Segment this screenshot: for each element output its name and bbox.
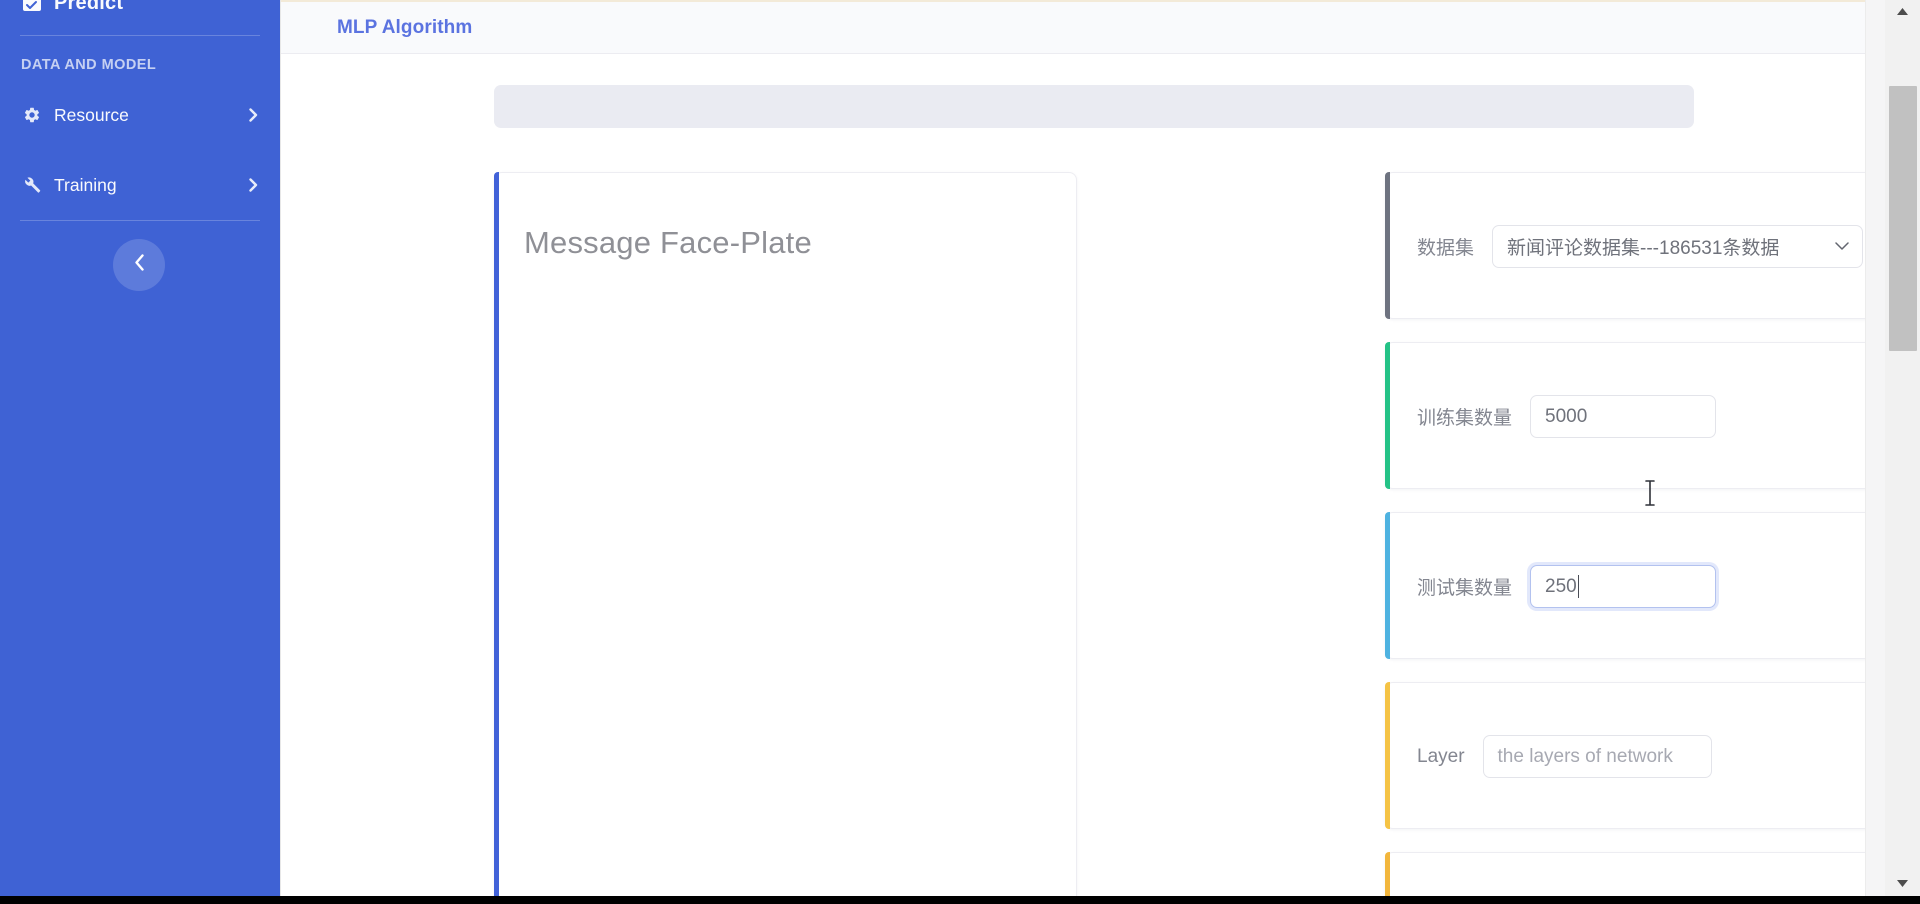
train-count-input[interactable]: 5000 xyxy=(1530,395,1717,438)
page-header: MLP Algorithm xyxy=(281,2,1865,54)
layer-placeholder: the layers of network xyxy=(1497,745,1673,767)
sidebar: Predict DATA AND MODEL Resource Training xyxy=(0,0,280,896)
test-count-card: 测试集数量 250 xyxy=(1385,512,1865,659)
scroll-thumb[interactable] xyxy=(1889,86,1917,351)
sidebar-item-resource[interactable]: Resource xyxy=(0,93,280,137)
wrench-icon xyxy=(21,174,43,196)
sidebar-divider-top xyxy=(20,35,260,36)
dataset-label: 数据集 xyxy=(1417,238,1475,259)
sidebar-divider-bottom xyxy=(20,220,260,221)
dataset-select[interactable]: 新闻评论数据集---186531条数据 xyxy=(1492,225,1864,268)
dataset-card: 数据集 新闻评论数据集---186531条数据 xyxy=(1385,172,1865,319)
calendar-check-icon xyxy=(22,0,42,12)
test-count-label: 测试集数量 xyxy=(1417,578,1513,599)
sidebar-item-training[interactable]: Training xyxy=(0,163,280,207)
app-viewport: Predict DATA AND MODEL Resource Training… xyxy=(0,0,1920,904)
bottom-edge-bar xyxy=(0,896,1920,904)
message-faceplate-title: Message Face-Plate xyxy=(524,225,812,260)
dataset-select-value: 新闻评论数据集---186531条数据 xyxy=(1507,238,1780,259)
page-title: MLP Algorithm xyxy=(337,16,473,38)
gear-icon xyxy=(21,104,43,126)
train-count-value: 5000 xyxy=(1545,405,1588,427)
sidebar-brand[interactable]: Predict xyxy=(0,0,280,16)
test-count-value: 250 xyxy=(1545,575,1577,597)
scroll-up-arrow-icon[interactable] xyxy=(1885,2,1920,20)
text-caret xyxy=(1577,575,1580,598)
sidebar-collapse-button[interactable] xyxy=(113,239,165,291)
layer-card: Layer the layers of network xyxy=(1385,682,1865,829)
layer-label: Layer xyxy=(1417,745,1465,767)
sidebar-brand-label: Predict xyxy=(54,0,124,14)
sidebar-section-title: DATA AND MODEL xyxy=(21,57,157,73)
scroll-down-arrow-icon[interactable] xyxy=(1885,874,1920,892)
chevron-down-icon xyxy=(1835,242,1849,251)
message-faceplate-card: Message Face-Plate xyxy=(494,172,1077,896)
chevron-right-icon xyxy=(246,177,260,193)
chevron-right-icon xyxy=(246,107,260,123)
content-region: Message Face-Plate 数据集 新闻评论数据集---186531条… xyxy=(281,55,1865,896)
layer-input[interactable]: the layers of network xyxy=(1482,735,1712,778)
test-count-input[interactable]: 250 xyxy=(1530,565,1717,608)
next-field-card xyxy=(1385,852,1865,896)
sidebar-item-label: Resource xyxy=(54,104,129,125)
main-area: MLP Algorithm Message Face-Plate 数据集 新闻评… xyxy=(280,0,1865,896)
app-scrollbar-track[interactable] xyxy=(1865,0,1885,896)
browser-scrollbar[interactable] xyxy=(1885,0,1920,896)
sidebar-item-label: Training xyxy=(54,174,117,195)
top-placeholder-bar xyxy=(494,85,1694,128)
chevron-left-icon xyxy=(134,254,145,276)
train-count-card: 训练集数量 5000 xyxy=(1385,342,1865,489)
train-count-label: 训练集数量 xyxy=(1417,408,1513,429)
